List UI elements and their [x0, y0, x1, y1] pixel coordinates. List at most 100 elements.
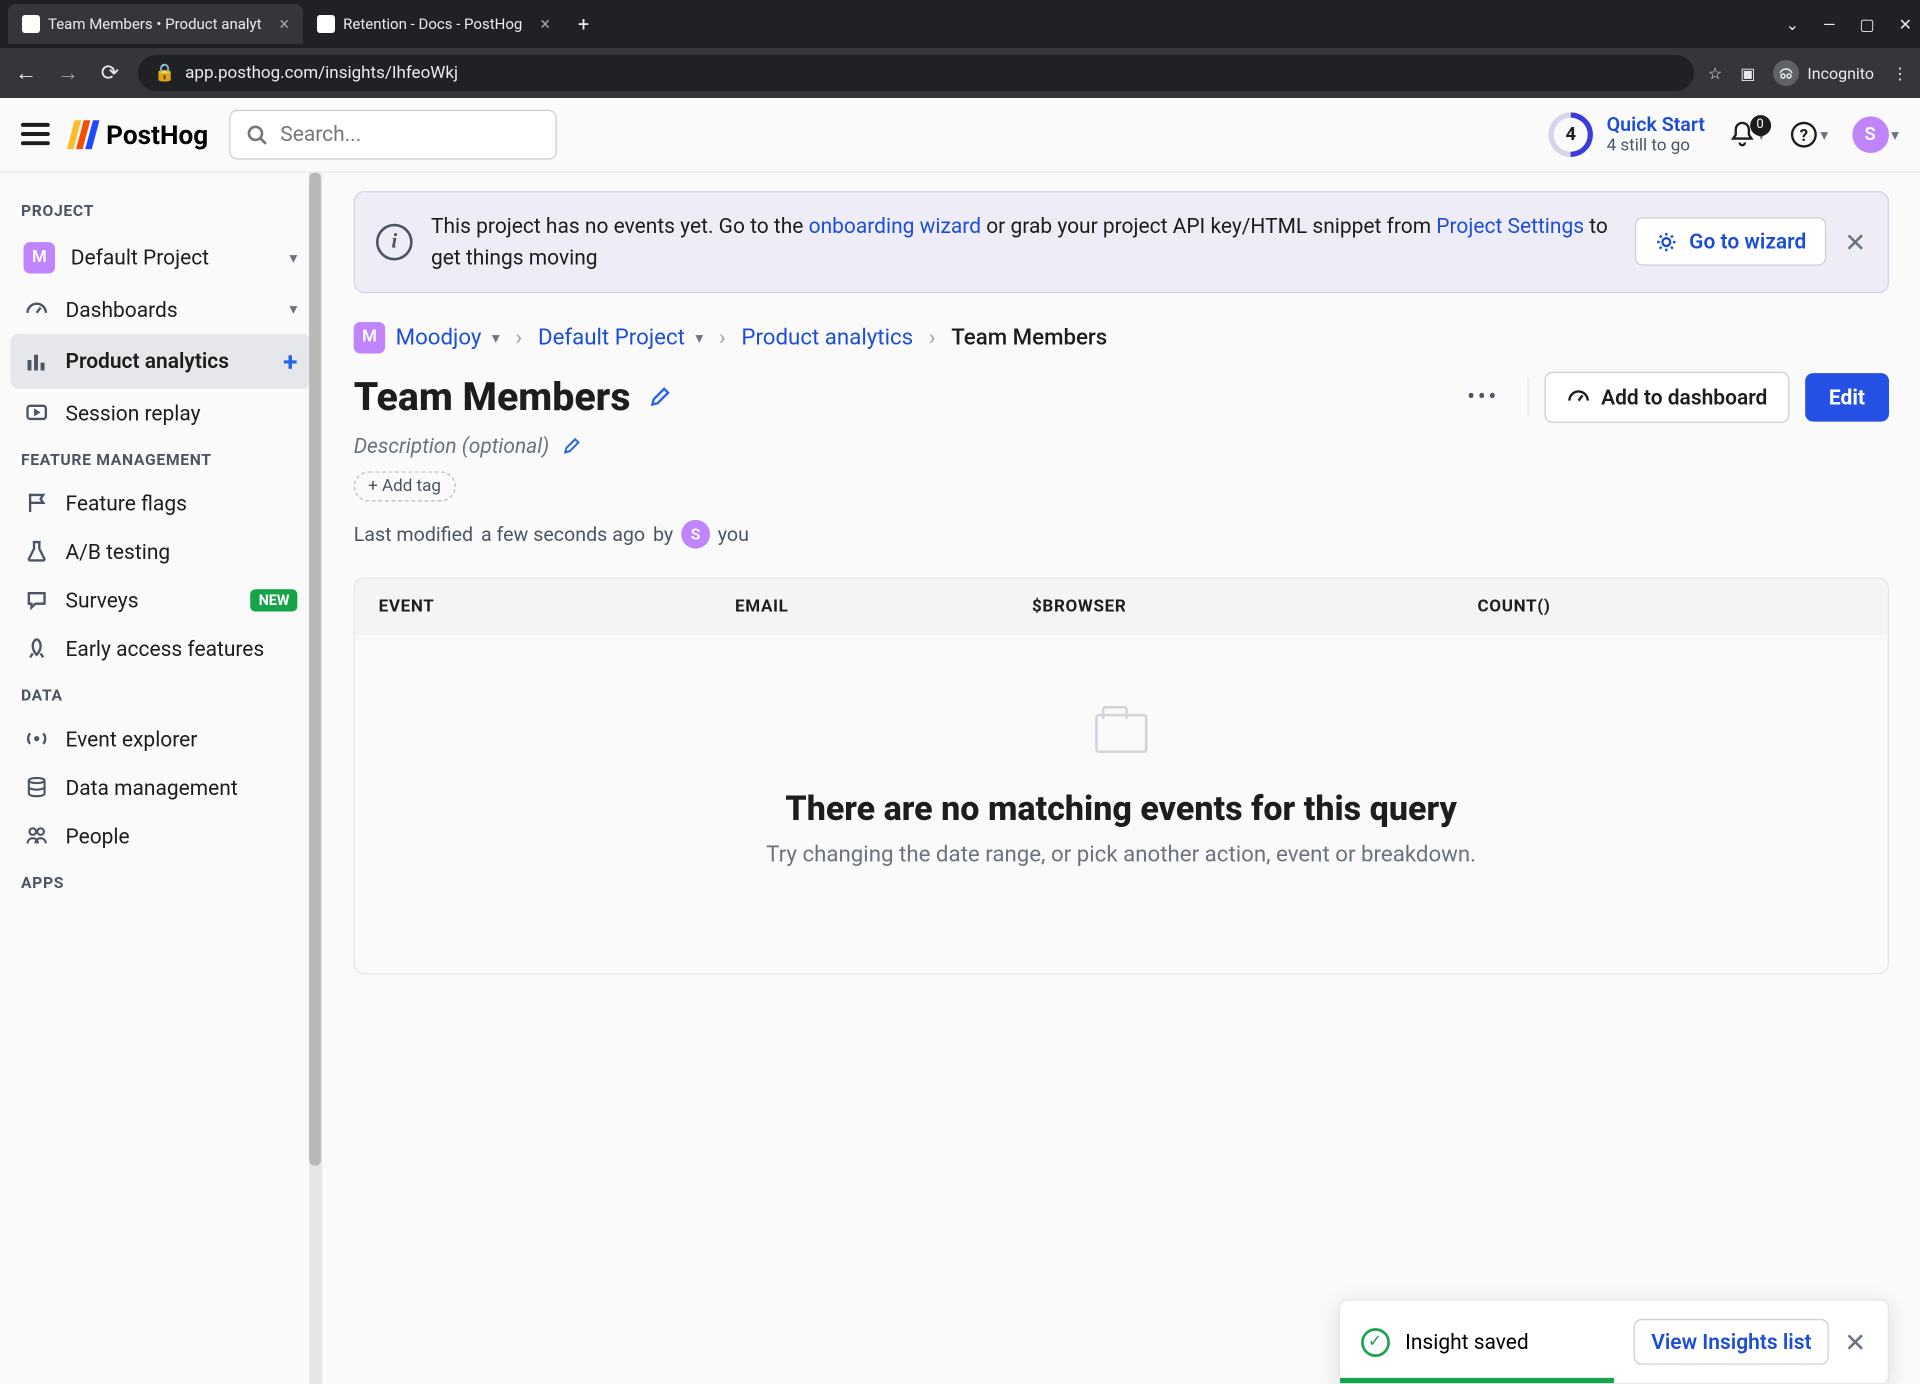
toast-close-icon[interactable]: ✕	[1844, 1326, 1866, 1357]
add-tag-button[interactable]: + Add tag	[354, 471, 456, 501]
tab-close-icon[interactable]: ×	[280, 14, 290, 35]
sidebar: PROJECT M Default Project ▾ Dashboards ▾…	[0, 172, 322, 1384]
sidebar-item-people[interactable]: People	[10, 811, 310, 859]
go-to-wizard-button[interactable]: Go to wizard	[1635, 217, 1826, 265]
chevron-down-icon: ▾	[492, 328, 500, 346]
forward-button[interactable]: →	[54, 60, 82, 86]
empty-state: There are no matching events for this qu…	[355, 635, 1887, 973]
breadcrumb-current: Team Members	[951, 324, 1107, 350]
add-insight-button[interactable]: +	[283, 345, 297, 376]
sidebar-item-early-access[interactable]: Early access features	[10, 624, 310, 672]
sidebar-item-session-replay[interactable]: Session replay	[10, 388, 310, 436]
chevron-down-icon[interactable]: ▾	[289, 300, 297, 318]
menu-toggle-button[interactable]	[21, 118, 50, 151]
url-text: app.posthog.com/insights/IhfeoWkj	[185, 63, 458, 83]
results-table: EVENT EMAIL $BROWSER COUNT() There are n…	[354, 577, 1889, 974]
help-button[interactable]: ? ▾	[1789, 120, 1828, 149]
chevron-down-icon[interactable]: ▾	[289, 248, 297, 266]
breadcrumb-org[interactable]: M Moodjoy ▾	[354, 321, 500, 352]
empty-folder-icon	[1095, 713, 1147, 752]
sidebar-item-project[interactable]: M Default Project ▾	[10, 230, 310, 285]
search-placeholder: Search...	[280, 122, 361, 147]
table-header-row: EVENT EMAIL $BROWSER COUNT()	[355, 578, 1887, 634]
page-title: Team Members	[354, 374, 631, 420]
sidebar-item-feature-flags[interactable]: Feature flags	[10, 479, 310, 527]
extensions-icon[interactable]: ▣	[1740, 64, 1755, 83]
flask-icon	[24, 540, 50, 564]
tab-close-icon[interactable]: ×	[540, 14, 550, 35]
sidebar-item-label: Event explorer	[66, 726, 198, 751]
column-header-event[interactable]: EVENT	[379, 597, 735, 617]
search-icon	[246, 124, 267, 145]
wizard-button-label: Go to wizard	[1689, 229, 1806, 254]
maximize-icon[interactable]: ▢	[1859, 15, 1874, 34]
description-placeholder[interactable]: Description (optional)	[354, 433, 550, 458]
sidebar-scrollbar[interactable]	[309, 172, 321, 1384]
sidebar-item-label: People	[66, 823, 130, 848]
edit-title-button[interactable]	[649, 385, 673, 409]
column-header-count[interactable]: COUNT()	[1477, 597, 1863, 617]
gauge-icon	[1567, 385, 1591, 409]
breadcrumb: M Moodjoy ▾ › Default Project ▾ › Produc…	[354, 321, 1889, 352]
address-bar[interactable]: 🔒 app.posthog.com/insights/IhfeoWkj	[138, 55, 1694, 91]
info-icon: i	[376, 223, 413, 260]
play-icon	[24, 401, 50, 425]
sidebar-item-surveys[interactable]: Surveys NEW	[10, 576, 310, 624]
last-modified: Last modified a few seconds ago by S you	[354, 519, 1889, 548]
sidebar-item-ab-testing[interactable]: A/B testing	[10, 527, 310, 575]
column-header-email[interactable]: EMAIL	[735, 597, 1032, 617]
tab-title: Team Members • Product analyt	[48, 15, 262, 33]
chevron-down-icon: ▾	[1891, 125, 1899, 143]
edit-description-button[interactable]	[562, 435, 582, 455]
sidebar-item-label: Product analytics	[66, 348, 230, 373]
breadcrumb-project[interactable]: Default Project ▾	[538, 324, 703, 350]
edit-button[interactable]: Edit	[1805, 373, 1888, 421]
browser-tab-active[interactable]: Team Members • Product analyt ×	[8, 4, 303, 44]
user-avatar-icon: S	[1852, 116, 1889, 153]
sidebar-item-data-management[interactable]: Data management	[10, 763, 310, 811]
browser-menu-icon[interactable]: ⋮	[1892, 64, 1908, 83]
tab-title: Retention - Docs - PostHog	[343, 15, 522, 33]
sidebar-item-label: Session replay	[66, 400, 201, 425]
quickstart-subtitle: 4 still to go	[1607, 136, 1705, 156]
toast-progress-bar	[1340, 1378, 1614, 1383]
project-settings-link[interactable]: Project Settings	[1436, 213, 1584, 238]
chevron-right-icon: ›	[929, 324, 936, 350]
user-menu-button[interactable]: S ▾	[1852, 116, 1899, 153]
sidebar-item-product-analytics[interactable]: Product analytics +	[10, 333, 310, 388]
search-input[interactable]: Search...	[229, 110, 556, 160]
incognito-indicator[interactable]: Incognito	[1773, 60, 1874, 86]
sidebar-section-project: PROJECT	[10, 188, 310, 230]
sidebar-section-data: DATA	[10, 673, 310, 715]
notification-count-badge: 0	[1750, 115, 1771, 136]
chevron-down-icon[interactable]: ⌄	[1786, 15, 1799, 34]
sidebar-item-label: Data management	[66, 775, 238, 800]
minimize-icon[interactable]: —	[1823, 15, 1836, 34]
onboarding-wizard-link[interactable]: onboarding wizard	[809, 213, 981, 238]
reload-button[interactable]: ⟳	[96, 61, 124, 86]
back-button[interactable]: ←	[12, 60, 40, 86]
sidebar-item-event-explorer[interactable]: Event explorer	[10, 714, 310, 762]
banner-close-icon[interactable]: ✕	[1844, 226, 1866, 257]
add-to-dashboard-button[interactable]: Add to dashboard	[1545, 371, 1790, 422]
posthog-logo[interactable]: PostHog	[71, 119, 208, 150]
more-options-button[interactable]: •••	[1454, 373, 1512, 421]
new-tab-button[interactable]: +	[578, 12, 589, 36]
sidebar-item-label: Early access features	[66, 636, 265, 661]
notifications-button[interactable]: 0 ▾	[1729, 120, 1766, 149]
sidebar-section-apps: APPS	[10, 860, 310, 902]
breadcrumb-section[interactable]: Product analytics	[741, 324, 913, 350]
sidebar-item-label: Surveys	[66, 587, 139, 612]
bookmark-icon[interactable]: ☆	[1708, 64, 1722, 83]
rocket-icon	[24, 637, 50, 661]
sidebar-item-dashboards[interactable]: Dashboards ▾	[10, 285, 310, 333]
close-window-icon[interactable]: ✕	[1899, 15, 1912, 34]
empty-title: There are no matching events for this qu…	[381, 789, 1861, 828]
favicon-icon	[317, 15, 335, 33]
incognito-label: Incognito	[1807, 64, 1874, 83]
browser-tab[interactable]: Retention - Docs - PostHog ×	[303, 4, 564, 44]
quickstart-button[interactable]: 4 Quick Start 4 still to go	[1549, 112, 1705, 157]
column-header-browser[interactable]: $BROWSER	[1032, 597, 1478, 617]
quickstart-title: Quick Start	[1607, 112, 1705, 136]
view-insights-link[interactable]: View Insights list	[1634, 1319, 1828, 1365]
